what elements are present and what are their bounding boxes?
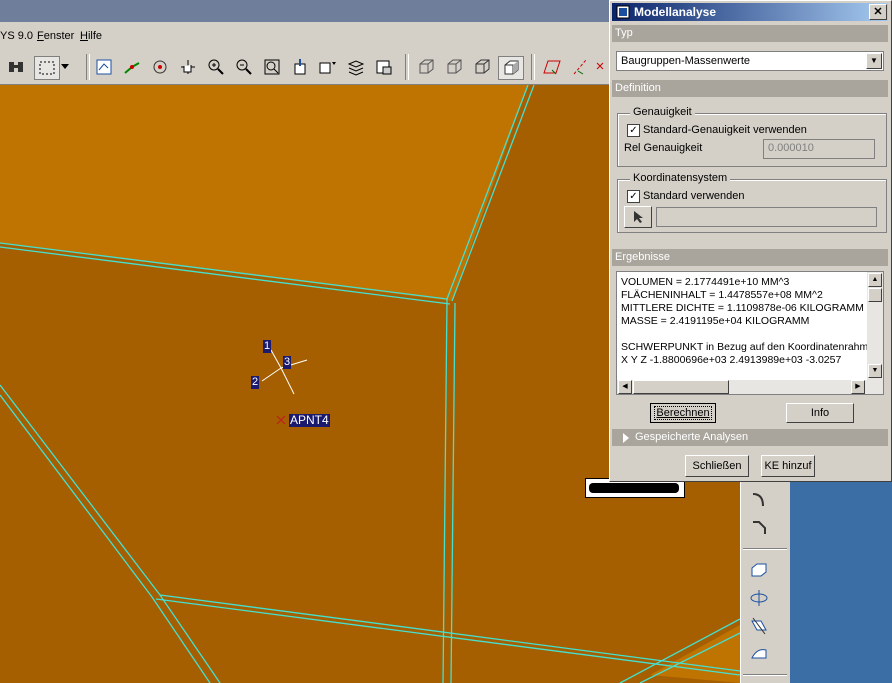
edge-line xyxy=(159,594,740,672)
menu-fenster[interactable]: Fenster xyxy=(37,30,74,42)
rel-accuracy-field[interactable]: 0.000010 xyxy=(763,139,875,159)
pan-icon[interactable] xyxy=(176,56,200,78)
results-horizontal-scrollbar[interactable]: ◀ ▶ xyxy=(617,380,883,394)
type-section-header: Typ xyxy=(612,25,888,42)
result-line: MITTLERE DICHTE = 1.1109878e-06 KILOGRAM… xyxy=(621,302,864,314)
close-button[interactable]: Schließen xyxy=(685,455,749,477)
edge-line xyxy=(450,302,456,683)
binoculars-icon[interactable] xyxy=(4,56,28,78)
model-analysis-dialog: Modellanalyse ✕ Typ Baugruppen-Massenwer… xyxy=(609,0,892,482)
compute-button[interactable]: Berechnen xyxy=(650,403,716,423)
side-separator xyxy=(743,674,787,676)
expand-arrow-icon xyxy=(623,433,629,443)
datum-point-label[interactable]: APNT4 xyxy=(289,414,330,427)
no-hidden-icon[interactable] xyxy=(470,56,494,78)
results-section-header: Ergebnisse xyxy=(612,249,888,266)
default-accuracy-checkbox[interactable]: ✓ xyxy=(627,124,640,137)
results-textarea[interactable]: VOLUMEN = 2.1774491e+10 MM^3 FLÄCHENINHA… xyxy=(616,271,884,395)
add-feature-button[interactable]: KE hinzuf xyxy=(761,455,815,477)
toolbar-separator xyxy=(405,54,409,80)
orient-icon[interactable] xyxy=(148,56,172,78)
layers-icon[interactable] xyxy=(344,56,368,78)
datum-point-marker xyxy=(276,415,286,425)
edge-line xyxy=(0,394,211,683)
default-coord-label: Standard verwenden xyxy=(643,190,745,202)
result-line: SCHWERPUNKT in Bezug auf den Koordinaten… xyxy=(621,341,880,353)
scroll-right-icon[interactable]: ▶ xyxy=(851,380,865,394)
coordinate-system-group-label: Koordinatensystem xyxy=(630,172,731,184)
zoom-in-icon[interactable] xyxy=(204,56,228,78)
menubar: YS 9.0 Fenster Hilfe xyxy=(0,22,612,51)
dialog-titlebar: Modellanalyse ✕ xyxy=(612,3,888,21)
shading-icon[interactable] xyxy=(498,56,524,80)
round-icon[interactable] xyxy=(747,488,771,512)
app-title-fragment: YS 9.0 xyxy=(0,30,34,42)
dialog-app-icon xyxy=(616,5,630,19)
model-tree-icon[interactable] xyxy=(372,56,396,78)
info-button[interactable]: Info xyxy=(786,403,854,423)
result-line: X Y Z -1.8800696e+03 2.4913989e+03 -3.02… xyxy=(621,354,842,366)
accuracy-group-label: Genauigkeit xyxy=(630,106,695,118)
chevron-down-icon[interactable]: ▼ xyxy=(866,53,882,69)
hscroll-thumb[interactable] xyxy=(633,380,729,394)
zoom-out-icon[interactable] xyxy=(232,56,256,78)
scroll-left-icon[interactable]: ◀ xyxy=(618,380,632,394)
desktop-background xyxy=(790,482,892,683)
box-select-icon[interactable] xyxy=(34,56,60,80)
axis-label-1: 1 xyxy=(263,340,272,353)
datum-axis-icon[interactable] xyxy=(568,56,592,78)
saved-views-icon[interactable] xyxy=(316,56,340,78)
datum-plane-icon[interactable] xyxy=(540,56,564,78)
dialog-title: Modellanalyse xyxy=(634,5,717,19)
results-vertical-scrollbar[interactable]: ▲ ▼ xyxy=(867,272,883,380)
refit-icon[interactable] xyxy=(260,56,284,78)
spin-center-icon[interactable] xyxy=(120,56,144,78)
scroll-thumb[interactable] xyxy=(868,288,882,302)
draft-icon[interactable] xyxy=(747,614,771,638)
toolbar-separator xyxy=(86,54,90,80)
cursor-arrow-icon xyxy=(634,211,643,223)
analysis-type-select[interactable]: Baugruppen-Massenwerte ▼ xyxy=(616,51,884,71)
pattern-icon[interactable] xyxy=(747,586,771,610)
edge-line xyxy=(0,384,221,683)
top-face xyxy=(0,85,528,301)
surface-icon[interactable] xyxy=(747,642,771,666)
result-line: FLÄCHENINHALT = 1.4478557e+08 MM^2 xyxy=(621,289,823,301)
shell-icon[interactable] xyxy=(747,558,771,582)
rel-accuracy-label: Rel Genauigkeit xyxy=(624,142,703,154)
result-line: VOLUMEN = 2.1774491e+10 MM^3 xyxy=(621,276,790,288)
coordsys-field[interactable] xyxy=(656,207,877,227)
feature-toolbar xyxy=(740,482,791,683)
definition-section-header: Definition xyxy=(612,80,888,97)
scroll-up-icon[interactable]: ▲ xyxy=(868,273,882,287)
view-list-icon[interactable] xyxy=(288,56,312,78)
main-window-titlebar xyxy=(0,0,612,22)
axis-label-3: 3 xyxy=(283,356,292,369)
menu-hilfe[interactable]: Hilfe xyxy=(80,30,102,42)
select-coordsys-button[interactable] xyxy=(624,206,652,228)
main-toolbar xyxy=(0,50,612,85)
edge-line xyxy=(155,598,740,676)
default-coord-checkbox[interactable]: ✓ xyxy=(627,190,640,203)
wireframe-icon[interactable] xyxy=(414,56,438,78)
saved-analyses-header[interactable]: Gespeicherte Analysen xyxy=(612,429,888,446)
hidden-line-icon[interactable] xyxy=(442,56,466,78)
default-accuracy-label: Standard-Genauigkeit verwenden xyxy=(643,124,807,136)
edge-line xyxy=(442,298,448,683)
chamfer-icon[interactable] xyxy=(747,516,771,540)
datum-close-icon[interactable] xyxy=(594,56,608,78)
analysis-type-value: Baugruppen-Massenwerte xyxy=(621,55,751,67)
axis-label-2: 2 xyxy=(251,376,260,389)
repaint-icon[interactable] xyxy=(92,56,116,78)
result-line: MASSE = 2.4191195e+04 KILOGRAMM xyxy=(621,315,810,327)
toolbar-separator xyxy=(531,54,535,80)
corner-face xyxy=(650,625,740,683)
close-icon[interactable]: ✕ xyxy=(869,4,887,20)
side-separator xyxy=(743,548,787,550)
dropdown-arrow-icon[interactable] xyxy=(58,56,72,78)
scroll-down-icon[interactable]: ▼ xyxy=(868,364,882,378)
